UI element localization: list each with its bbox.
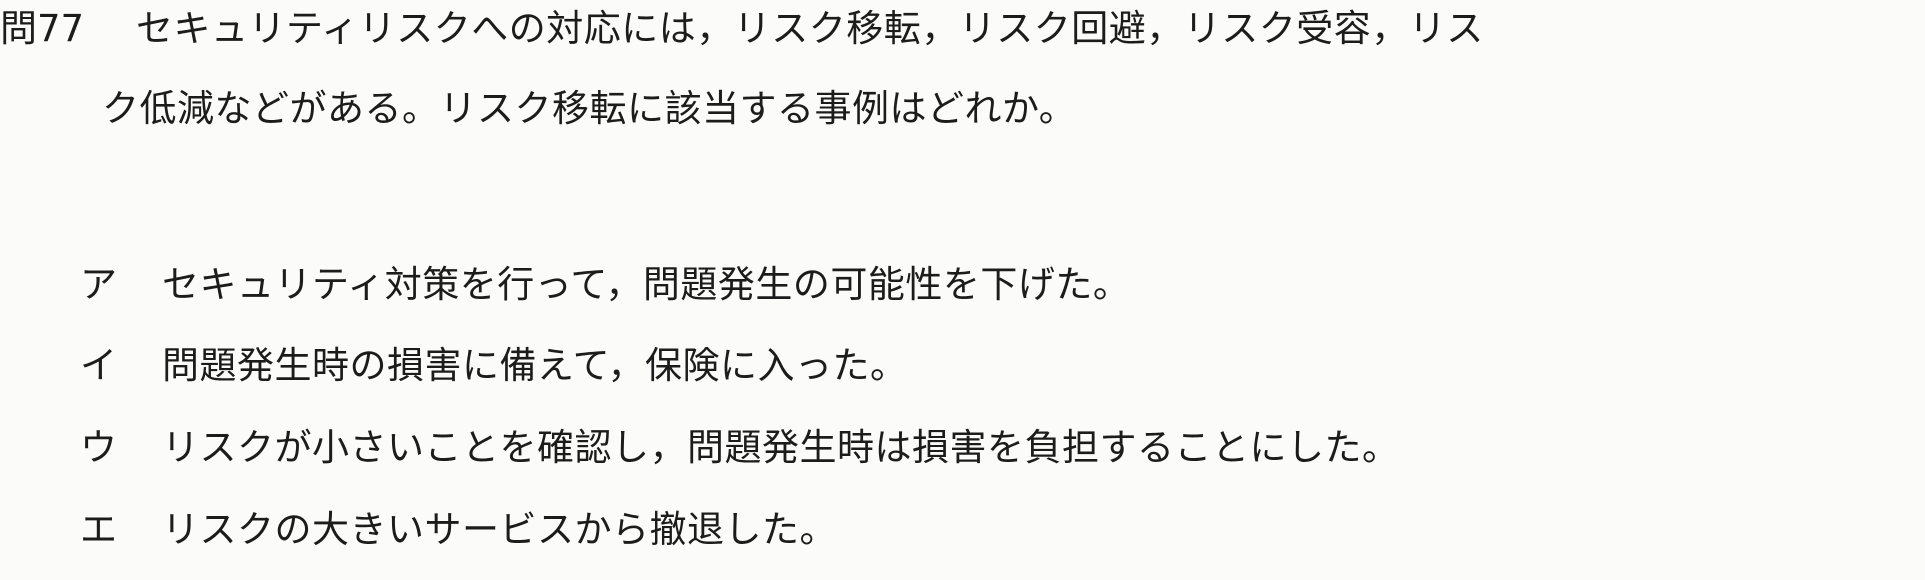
choice-text: リスクの大きいサービスから撤退した。 [162, 508, 837, 551]
question-text-line-2: ク低減などがある。リスク移転に該当する事例はどれか。 [102, 87, 1077, 130]
choice-text: リスクが小さいことを確認し，問題発生時は損害を負担することにした。 [162, 426, 1400, 469]
choice-text: セキュリティ対策を行って，問題発生の可能性を下げた。 [162, 263, 1131, 306]
choice-text: 問題発生時の損害に備えて，保険に入った。 [162, 344, 908, 387]
choice-mark: ア [80, 263, 117, 306]
choice-mark: イ [80, 344, 117, 387]
exam-question-page: 問77 セキュリティリスクへの対応には，リスク移転，リスク回避，リスク受容，リス… [0, 0, 1925, 580]
choice-mark: ウ [80, 426, 117, 469]
choice-mark: エ [80, 508, 117, 551]
question-text-line-1: セキュリティリスクへの対応には，リスク移転，リスク回避，リスク受容，リス [136, 7, 1484, 50]
question-number: 問77 [0, 7, 85, 50]
